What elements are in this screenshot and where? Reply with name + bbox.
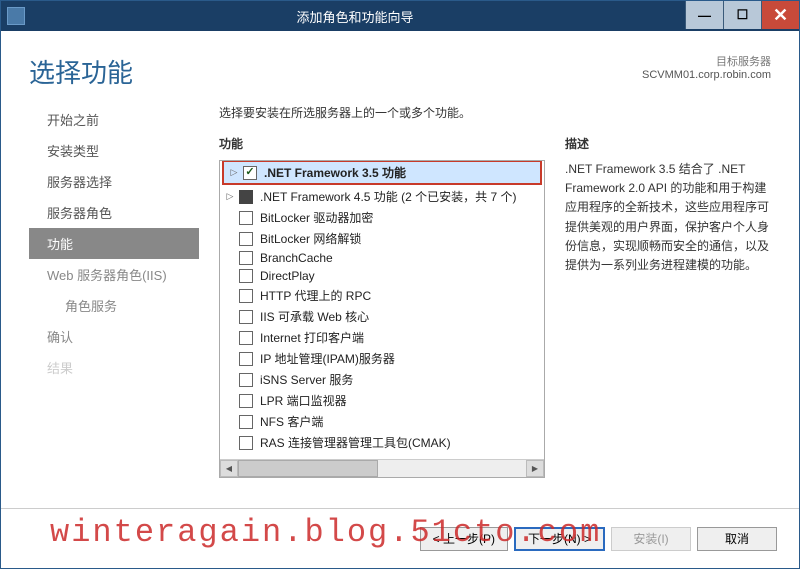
description-column: 描述 .NET Framework 3.5 结合了 .NET Framework… (565, 104, 775, 508)
nav-item[interactable]: 服务器选择 (29, 166, 199, 197)
scroll-thumb[interactable] (238, 460, 378, 477)
features-header: 功能 (219, 135, 545, 152)
feature-label: .NET Framework 4.5 功能 (2 个已安装，共 7 个) (260, 188, 540, 205)
nav-item[interactable]: 服务器角色 (29, 197, 199, 228)
close-button[interactable]: ✕ (761, 1, 799, 29)
feature-label: IP 地址管理(IPAM)服务器 (260, 350, 540, 367)
feature-row[interactable]: ▷HTTP 代理上的 RPC (220, 285, 544, 306)
feature-checkbox[interactable] (239, 415, 253, 429)
feature-checkbox[interactable] (239, 289, 253, 303)
nav-item[interactable]: 确认 (29, 321, 199, 352)
feature-checkbox[interactable] (239, 211, 253, 225)
feature-row[interactable]: ▷DirectPlay (220, 267, 544, 285)
feature-checkbox[interactable] (239, 394, 253, 408)
nav-item[interactable]: 安装类型 (29, 135, 199, 166)
feature-checkbox[interactable] (239, 310, 253, 324)
page-title: 选择功能 (29, 53, 133, 90)
previous-button[interactable]: < 上一步(P) (420, 527, 508, 551)
server-label: 目标服务器 (642, 53, 771, 69)
cancel-button[interactable]: 取消 (697, 527, 777, 551)
horizontal-scrollbar[interactable]: ◀ ▶ (220, 459, 544, 477)
scroll-track[interactable] (238, 460, 526, 477)
feature-checkbox[interactable] (239, 352, 253, 366)
body: 开始之前安装类型服务器选择服务器角色功能Web 服务器角色(IIS)角色服务确认… (1, 102, 799, 508)
feature-checkbox[interactable] (239, 232, 253, 246)
feature-row[interactable]: ▷RAS 连接管理器管理工具包(CMAK) (220, 432, 544, 453)
feature-row[interactable]: ▷BranchCache (220, 249, 544, 267)
install-button: 安装(I) (611, 527, 691, 551)
feature-row[interactable]: ▷BitLocker 驱动器加密 (220, 207, 544, 228)
feature-label: BitLocker 网络解锁 (260, 230, 540, 247)
footer: < 上一步(P) 下一步(N) > 安装(I) 取消 (1, 508, 799, 568)
target-server-info: 目标服务器 SCVMM01.corp.robin.com (642, 53, 771, 81)
feature-checkbox[interactable] (239, 251, 253, 265)
window-controls: — ☐ ✕ (685, 1, 799, 31)
feature-row[interactable]: ▷ .NET Framework 4.5 功能 (2 个已安装，共 7 个) (220, 186, 544, 207)
maximize-button[interactable]: ☐ (723, 1, 761, 29)
titlebar: 添加角色和功能向导 — ☐ ✕ (1, 1, 799, 31)
wizard-window: 添加角色和功能向导 — ☐ ✕ 选择功能 目标服务器 SCVMM01.corp.… (0, 0, 800, 569)
nav-sidebar: 开始之前安装类型服务器选择服务器角色功能Web 服务器角色(IIS)角色服务确认… (29, 102, 199, 508)
server-name: SCVMM01.corp.robin.com (642, 69, 771, 81)
feature-label: NFS 客户端 (260, 413, 540, 430)
nav-item: 结果 (29, 352, 199, 383)
next-button[interactable]: 下一步(N) > (514, 527, 605, 551)
feature-checkbox[interactable] (239, 269, 253, 283)
features-listbox: ▷ .NET Framework 3.5 功能 ▷ .NET Framework 4.… (219, 160, 545, 478)
feature-row[interactable]: ▷iSNS Server 服务 (220, 369, 544, 390)
feature-label: .NET Framework 3.5 功能 (264, 164, 536, 181)
features-list[interactable]: ▷ .NET Framework 3.5 功能 ▷ .NET Framework 4.… (220, 161, 544, 459)
feature-row[interactable]: ▷IIS 可承载 Web 核心 (220, 306, 544, 327)
expand-icon[interactable]: ▷ (224, 191, 236, 202)
feature-label: Internet 打印客户端 (260, 329, 540, 346)
feature-label: BitLocker 驱动器加密 (260, 209, 540, 226)
header: 选择功能 目标服务器 SCVMM01.corp.robin.com (1, 31, 799, 102)
feature-label: DirectPlay (260, 269, 540, 283)
features-column: 选择要安装在所选服务器上的一个或多个功能。 功能 ▷ .NET Framework… (219, 104, 545, 508)
feature-row[interactable]: ▷Internet 打印客户端 (220, 327, 544, 348)
app-icon (7, 7, 25, 25)
feature-label: iSNS Server 服务 (260, 371, 540, 388)
feature-label: RAS 连接管理器管理工具包(CMAK) (260, 434, 540, 451)
description-header: 描述 (565, 135, 775, 152)
feature-row[interactable]: ▷NFS 客户端 (220, 411, 544, 432)
feature-row[interactable]: ▷ .NET Framework 3.5 功能 (222, 161, 542, 185)
feature-checkbox[interactable] (239, 190, 253, 204)
minimize-button[interactable]: — (685, 1, 723, 29)
feature-checkbox[interactable] (239, 373, 253, 387)
feature-row[interactable]: ▷BitLocker 网络解锁 (220, 228, 544, 249)
feature-label: BranchCache (260, 251, 540, 265)
scroll-right-button[interactable]: ▶ (526, 460, 544, 477)
feature-checkbox[interactable] (243, 166, 257, 180)
window-title: 添加角色和功能向导 (25, 7, 685, 26)
feature-row[interactable]: ▷IP 地址管理(IPAM)服务器 (220, 348, 544, 369)
instruction-text: 选择要安装在所选服务器上的一个或多个功能。 (219, 104, 545, 121)
nav-item[interactable]: 功能 (29, 228, 199, 259)
nav-item[interactable]: 角色服务 (29, 290, 199, 321)
feature-label: HTTP 代理上的 RPC (260, 287, 540, 304)
description-text: .NET Framework 3.5 结合了 .NET Framework 2.… (565, 160, 775, 275)
nav-item[interactable]: 开始之前 (29, 104, 199, 135)
feature-checkbox[interactable] (239, 436, 253, 450)
main-content: 选择要安装在所选服务器上的一个或多个功能。 功能 ▷ .NET Framework… (199, 102, 799, 508)
scroll-left-button[interactable]: ◀ (220, 460, 238, 477)
expand-icon[interactable]: ▷ (228, 167, 240, 178)
feature-label: IIS 可承载 Web 核心 (260, 308, 540, 325)
feature-row[interactable]: ▷LPR 端口监视器 (220, 390, 544, 411)
feature-label: LPR 端口监视器 (260, 392, 540, 409)
nav-item[interactable]: Web 服务器角色(IIS) (29, 259, 199, 290)
feature-checkbox[interactable] (239, 331, 253, 345)
